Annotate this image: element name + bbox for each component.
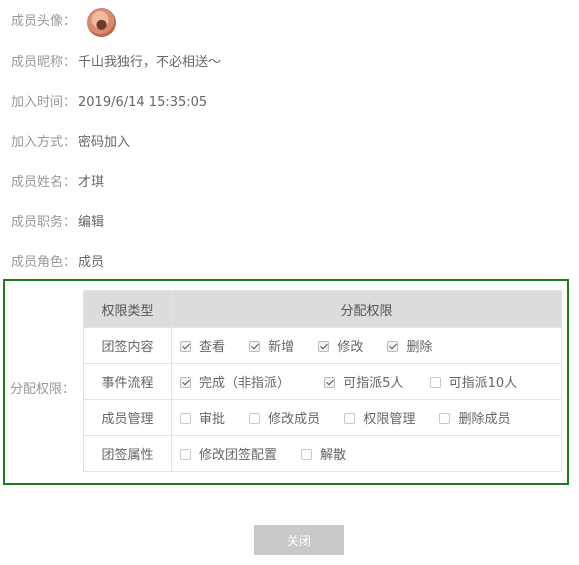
checkbox-permission-management[interactable]: 权限管理 xyxy=(344,408,415,427)
row-options: 完成（非指派） 可指派5人 可指派10人 xyxy=(171,363,562,400)
position-value: 编辑 xyxy=(78,215,105,230)
row-type: 事件流程 xyxy=(83,363,172,400)
join-time-label: 加入时间： xyxy=(11,95,77,110)
checkbox-edit-label: 修改 xyxy=(337,340,364,355)
nickname-row: 成员昵称： 千山我独行，不必相送～ xyxy=(11,53,221,73)
position-label: 成员职务： xyxy=(11,215,77,230)
checkbox-approve-label: 审批 xyxy=(199,412,226,427)
checkbox-edit-member[interactable]: 修改成员 xyxy=(249,408,320,427)
checkbox-delete[interactable]: 删除 xyxy=(387,336,432,355)
avatar-label: 成员头像： xyxy=(11,14,77,29)
checkbox-edit-group-config-label: 修改团签配置 xyxy=(199,448,278,463)
role-label: 成员角色： xyxy=(11,255,77,270)
checkbox-edit-group-config[interactable]: 修改团签配置 xyxy=(180,444,277,463)
join-method-value: 密码加入 xyxy=(78,135,131,150)
checkbox-assign-5-label: 可指派5人 xyxy=(343,376,404,391)
name-value: 才琪 xyxy=(78,175,105,190)
checkbox-dissolve[interactable]: 解散 xyxy=(301,444,346,463)
checkbox-delete-box[interactable] xyxy=(387,341,399,352)
position-row: 成员职务： 编辑 xyxy=(11,213,104,233)
row-type: 成员管理 xyxy=(83,399,172,436)
checkbox-delete-member[interactable]: 删除成员 xyxy=(439,408,510,427)
nickname-label: 成员昵称： xyxy=(11,55,77,70)
join-time-row: 加入时间： 2019/6/14 15:35:05 xyxy=(11,93,207,113)
role-value: 成员 xyxy=(78,255,105,270)
row-options: 审批 修改成员 权限管理 删除成员 xyxy=(171,399,562,436)
avatar-row: 成员头像： xyxy=(11,12,76,32)
table-row: 团签属性 修改团签配置 解散 xyxy=(83,435,562,472)
checkbox-edit-group-config-box[interactable] xyxy=(180,449,191,460)
checkbox-complete-unassigned[interactable]: 完成（非指派） xyxy=(180,372,290,391)
checkbox-view-label: 查看 xyxy=(199,340,226,355)
checkbox-add[interactable]: 新增 xyxy=(249,336,294,355)
checkbox-edit[interactable]: 修改 xyxy=(318,336,363,355)
row-options: 查看 新增 修改 删除 xyxy=(171,327,562,364)
checkbox-assign-5[interactable]: 可指派5人 xyxy=(324,372,403,391)
header-permission-type: 权限类型 xyxy=(83,290,172,328)
checkbox-dissolve-box[interactable] xyxy=(301,449,313,460)
nickname-value: 千山我独行，不必相送～ xyxy=(78,55,222,70)
join-method-row: 加入方式： 密码加入 xyxy=(11,133,130,153)
checkbox-view[interactable]: 查看 xyxy=(180,336,225,355)
table-row: 事件流程 完成（非指派） 可指派5人 可指派10人 xyxy=(83,363,562,400)
checkbox-approve[interactable]: 审批 xyxy=(180,408,225,427)
join-time-value: 2019/6/14 15:35:05 xyxy=(78,95,208,110)
permissions-label: 分配权限： xyxy=(10,382,76,397)
checkbox-delete-member-label: 删除成员 xyxy=(458,412,511,427)
checkbox-assign-10[interactable]: 可指派10人 xyxy=(429,372,518,391)
checkbox-assign-10-label: 可指派10人 xyxy=(448,376,518,391)
checkbox-complete-unassigned-box[interactable] xyxy=(180,377,191,388)
checkbox-edit-member-box[interactable] xyxy=(249,413,261,424)
row-type: 团签属性 xyxy=(83,435,172,472)
header-assign-permission: 分配权限 xyxy=(171,290,562,328)
checkbox-view-box[interactable] xyxy=(180,341,191,352)
checkbox-assign-5-box[interactable] xyxy=(324,377,336,388)
table-row: 成员管理 审批 修改成员 权限管理 删除成员 xyxy=(83,399,562,436)
table-row: 团签内容 查看 新增 修改 删除 xyxy=(83,327,562,364)
permissions-header-row: 权限类型 分配权限 xyxy=(83,290,562,328)
name-row: 成员姓名： 才琪 xyxy=(11,173,104,193)
row-type: 团签内容 xyxy=(83,327,172,364)
checkbox-add-box[interactable] xyxy=(249,341,261,352)
checkbox-add-label: 新增 xyxy=(268,340,295,355)
checkbox-approve-box[interactable] xyxy=(180,413,191,424)
row-options: 修改团签配置 解散 xyxy=(171,435,562,472)
name-label: 成员姓名： xyxy=(11,175,77,190)
checkbox-edit-member-label: 修改成员 xyxy=(268,412,321,427)
avatar xyxy=(87,8,116,37)
checkbox-complete-unassigned-label: 完成（非指派） xyxy=(199,376,291,391)
checkbox-permission-management-label: 权限管理 xyxy=(363,412,416,427)
checkbox-edit-box[interactable] xyxy=(318,341,330,352)
checkbox-assign-10-box[interactable] xyxy=(429,377,441,388)
join-method-label: 加入方式： xyxy=(11,135,77,150)
checkbox-permission-management-box[interactable] xyxy=(344,413,356,424)
role-row: 成员角色： 成员 xyxy=(11,253,104,273)
permissions-table: 权限类型 分配权限 团签内容 查看 新增 修改 删除 事件流程 完成（非指派） … xyxy=(83,290,562,472)
checkbox-delete-member-box[interactable] xyxy=(439,413,451,424)
checkbox-delete-label: 删除 xyxy=(406,340,433,355)
close-button[interactable]: 关闭 xyxy=(254,525,344,555)
checkbox-dissolve-label: 解散 xyxy=(320,448,347,463)
